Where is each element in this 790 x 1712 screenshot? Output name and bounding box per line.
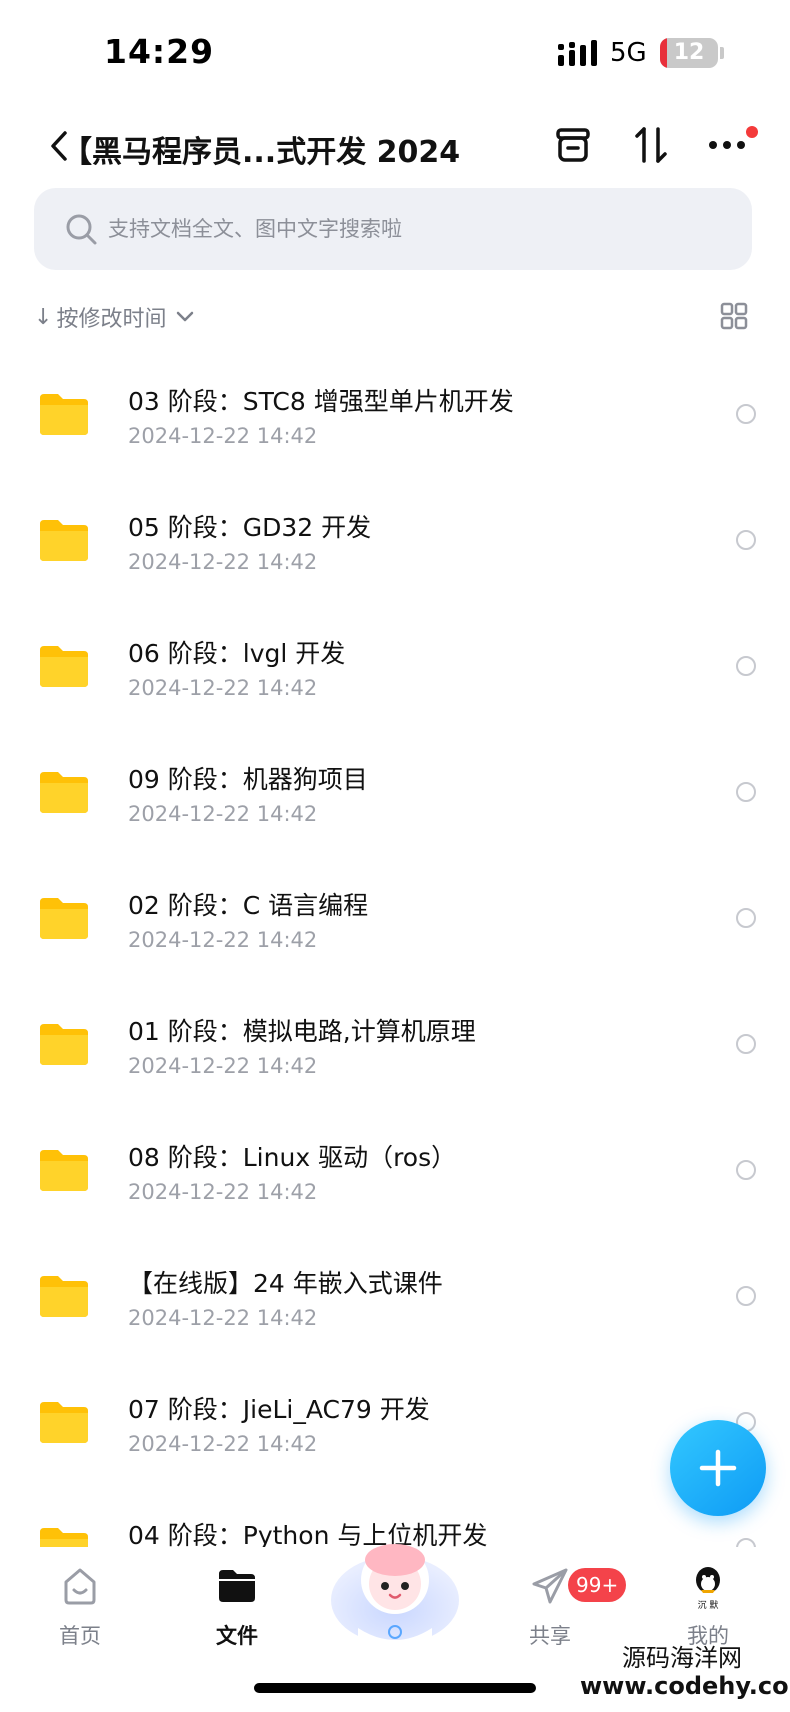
network-type: 5G (610, 38, 647, 68)
search-icon (66, 214, 97, 245)
file-item[interactable]: 02 阶段：C 语言编程 2024-12-22 14:42 (0, 856, 790, 982)
select-checkbox[interactable] (736, 1286, 756, 1306)
folder-filled-icon (219, 1570, 255, 1602)
notification-dot (746, 126, 758, 138)
search-input[interactable] (108, 188, 708, 270)
status-bar: 14:29 5G 12 (0, 0, 790, 100)
folder-icon (40, 1024, 88, 1065)
folder-icon (40, 1402, 88, 1443)
folder-icon (40, 1276, 88, 1317)
nav-files[interactable]: 文件 (187, 1564, 287, 1664)
folder-icon (40, 1150, 88, 1191)
file-item[interactable]: 06 阶段：lvgl 开发 2024-12-22 14:42 (0, 604, 790, 730)
file-item[interactable]: 01 阶段：模拟电路,计算机原理 2024-12-22 14:42 (0, 982, 790, 1108)
watermark-title: 源码海洋网 (622, 1644, 742, 1672)
select-checkbox[interactable] (736, 908, 756, 928)
nav-files-label: 文件 (216, 1624, 258, 1648)
file-date: 2024-12-22 14:42 (128, 1306, 318, 1330)
ai-assistant-mascot[interactable] (330, 1528, 460, 1646)
plus-icon (699, 1449, 737, 1487)
select-checkbox[interactable] (736, 782, 756, 802)
nav-share-label: 共享 (529, 1624, 571, 1648)
home-icon (64, 1568, 96, 1605)
file-date: 2024-12-22 14:42 (128, 424, 318, 448)
add-button[interactable] (670, 1420, 766, 1516)
file-name: 03 阶段：STC8 增强型单片机开发 (128, 387, 514, 416)
file-item[interactable]: 08 阶段：Linux 驱动（ros） 2024-12-22 14:42 (0, 1108, 790, 1234)
file-item[interactable]: 09 阶段：机器狗项目 2024-12-22 14:42 (0, 730, 790, 856)
status-time: 14:29 (104, 32, 215, 71)
file-name: 07 阶段：JieLi_AC79 开发 (128, 1395, 430, 1424)
file-name: 01 阶段：模拟电路,计算机原理 (128, 1017, 476, 1046)
share-count-badge: 99+ (568, 1568, 627, 1602)
paper-plane-icon (532, 1568, 568, 1604)
home-indicator (254, 1683, 536, 1693)
file-name: 02 阶段：C 语言编程 (128, 891, 369, 920)
search-bar[interactable] (34, 188, 752, 270)
nav-home[interactable]: 首页 (30, 1564, 130, 1664)
select-checkbox[interactable] (736, 1160, 756, 1180)
file-name: 08 阶段：Linux 驱动（ros） (128, 1143, 457, 1172)
sort-label: 按修改时间 (56, 307, 167, 332)
more-dots-icon (709, 141, 745, 149)
battery-icon: 12 (660, 38, 718, 68)
select-checkbox[interactable] (736, 1538, 756, 1547)
select-checkbox[interactable] (736, 656, 756, 676)
grid-view-icon[interactable] (720, 302, 748, 330)
file-date: 2024-12-22 14:42 (128, 802, 318, 826)
file-name: 【在线版】24 年嵌入式课件 (128, 1269, 443, 1298)
file-date: 2024-12-22 14:42 (128, 1180, 318, 1204)
file-list: 03 阶段：STC8 增强型单片机开发 2024-12-22 14:42 05 … (0, 352, 790, 1547)
file-item[interactable]: 05 阶段：GD32 开发 2024-12-22 14:42 (0, 478, 790, 604)
select-checkbox[interactable] (736, 404, 756, 424)
sort-direction-icon: ↓ (34, 304, 53, 330)
file-date: 2024-12-22 14:42 (128, 928, 318, 952)
folder-icon (40, 394, 88, 435)
transfer-box-button[interactable] (550, 122, 596, 168)
sort-order-button[interactable] (628, 122, 674, 168)
sort-arrows-icon (635, 127, 667, 163)
avatar-caption: 沉 默 (697, 1601, 719, 1611)
battery-percent: 12 (673, 40, 705, 65)
watermark-url: www.codehy.com (580, 1672, 790, 1700)
file-date: 2024-12-22 14:42 (128, 1432, 318, 1456)
file-item[interactable]: 【在线版】24 年嵌入式课件 2024-12-22 14:42 (0, 1234, 790, 1360)
folder-icon (40, 898, 88, 939)
transfer-box-icon (556, 128, 590, 162)
select-checkbox[interactable] (736, 530, 756, 550)
file-date: 2024-12-22 14:42 (128, 676, 318, 700)
chevron-down-icon (177, 311, 194, 322)
sort-selector[interactable]: ↓ 按修改时间 (34, 300, 196, 334)
cellular-signal-icon (558, 40, 597, 66)
file-name: 06 阶段：lvgl 开发 (128, 639, 346, 668)
folder-icon (40, 772, 88, 813)
file-date: 2024-12-22 14:42 (128, 550, 318, 574)
folder-icon (40, 646, 88, 687)
file-name: 05 阶段：GD32 开发 (128, 513, 372, 542)
more-button[interactable] (704, 122, 750, 168)
select-checkbox[interactable] (736, 1034, 756, 1054)
battery-nub (720, 47, 724, 59)
file-date: 2024-12-22 14:42 (128, 1054, 318, 1078)
avatar: 沉 默 (686, 1564, 730, 1611)
page-title: 【黑马程序员...式开发 2024 (62, 135, 461, 170)
folder-icon (40, 520, 88, 561)
file-name: 09 阶段：机器狗项目 (128, 765, 368, 794)
file-item[interactable]: 03 阶段：STC8 增强型单片机开发 2024-12-22 14:42 (0, 352, 790, 478)
folder-icon (40, 1528, 88, 1547)
nav-home-label: 首页 (59, 1624, 101, 1648)
